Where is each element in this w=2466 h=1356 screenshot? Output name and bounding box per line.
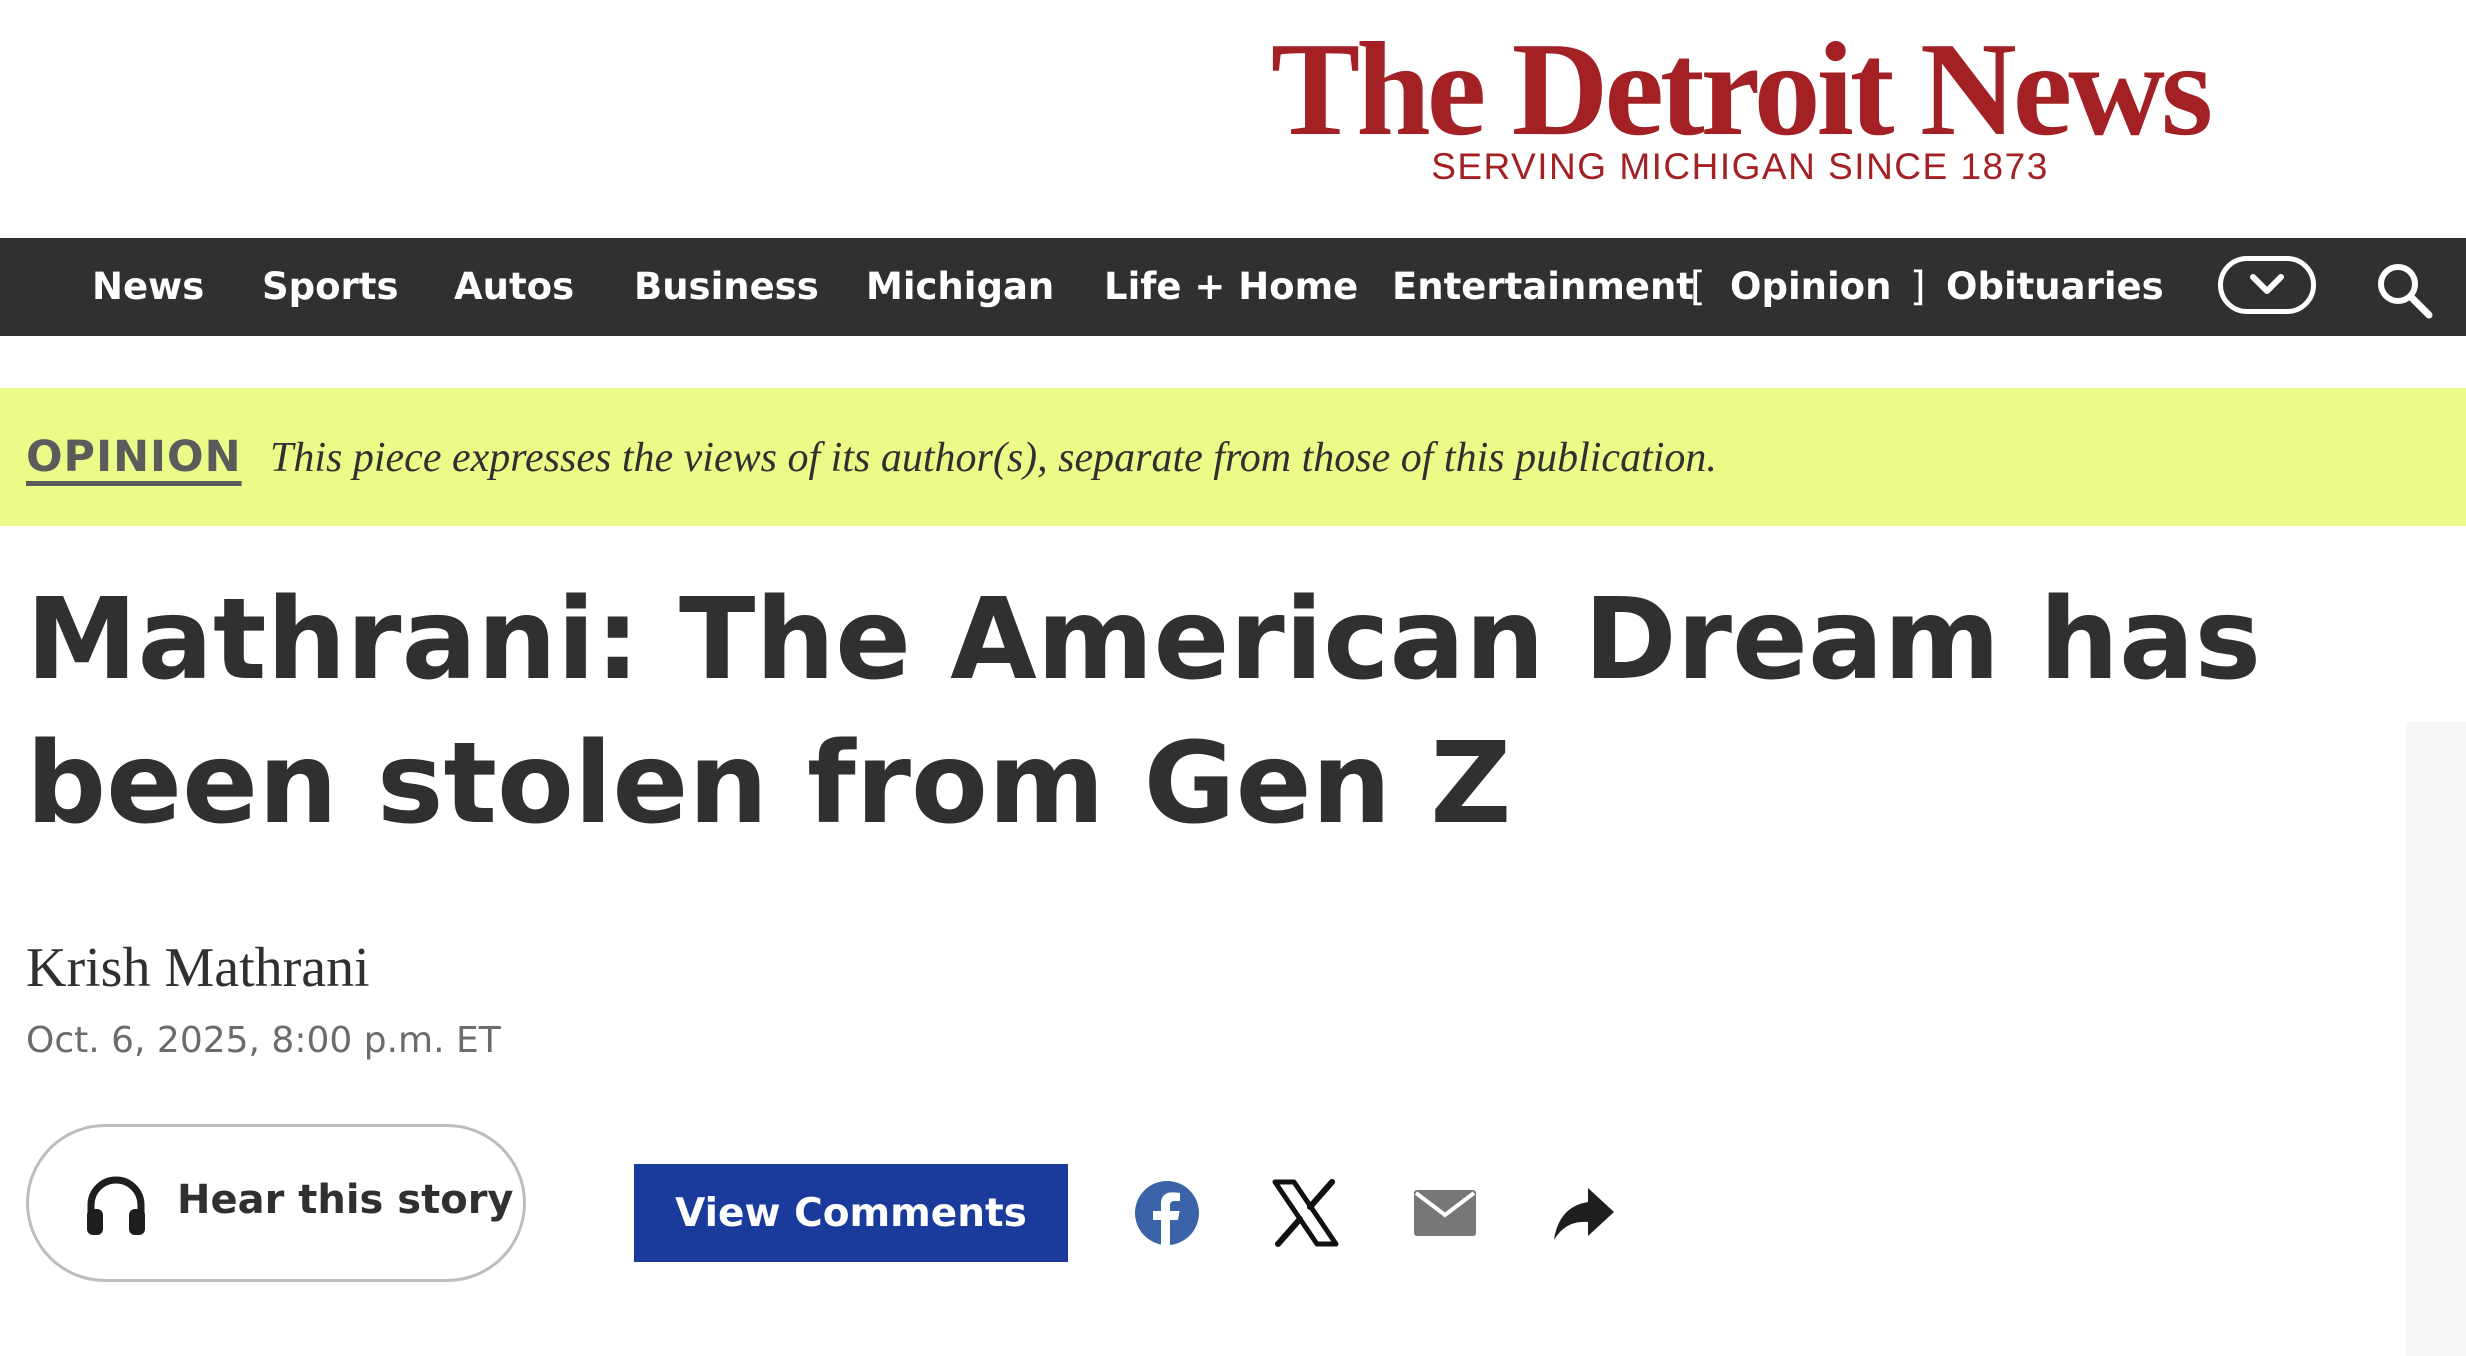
share-icon[interactable]: [1548, 1178, 1618, 1248]
nav-active-bracket-open: [: [1690, 264, 1706, 310]
nav-item-entertainment[interactable]: Entertainment: [1392, 238, 1694, 336]
article-headline: Mathrani: The American Dream has been st…: [26, 575, 2262, 849]
nav-item-business[interactable]: Business: [634, 238, 819, 336]
article-date: Oct. 6, 2025, 8:00 p.m. ET: [26, 1020, 501, 1061]
article-author[interactable]: Krish Mathrani: [26, 936, 370, 1000]
nav-more-button[interactable]: [2218, 256, 2316, 314]
main-nav: News Sports Autos Business Michigan Life…: [0, 238, 2466, 336]
x-icon[interactable]: [1270, 1178, 1340, 1248]
hear-this-story-label: Hear this story: [177, 1177, 514, 1223]
facebook-icon[interactable]: [1132, 1178, 1202, 1248]
search-button[interactable]: [2374, 260, 2434, 320]
opinion-disclaimer: This piece expresses the views of its au…: [270, 435, 1717, 481]
nav-item-life-home[interactable]: Life + Home: [1104, 238, 1358, 336]
nav-item-opinion[interactable]: Opinion: [1730, 238, 1891, 336]
nav-item-news[interactable]: News: [92, 238, 204, 336]
nav-item-michigan[interactable]: Michigan: [866, 238, 1054, 336]
nav-item-autos[interactable]: Autos: [454, 238, 574, 336]
nav-item-obituaries[interactable]: Obituaries: [1946, 238, 2164, 336]
opinion-label[interactable]: OPINION: [26, 432, 242, 482]
email-icon[interactable]: [1410, 1178, 1480, 1248]
chevron-down-icon: [2247, 272, 2287, 298]
opinion-banner: OPINION This piece expresses the views o…: [0, 388, 2466, 526]
hear-this-story-button[interactable]: Hear this story: [26, 1124, 526, 1282]
right-rail: [2406, 722, 2466, 1356]
masthead: The Detroit News SERVING MICHIGAN SINCE …: [0, 0, 2466, 238]
view-comments-button[interactable]: View Comments: [634, 1164, 1068, 1262]
nav-active-bracket-close: ]: [1910, 264, 1926, 310]
search-icon: [2374, 260, 2434, 320]
site-logo[interactable]: The Detroit News: [1245, 22, 2235, 156]
headphones-icon: [81, 1169, 151, 1239]
nav-item-sports[interactable]: Sports: [262, 238, 399, 336]
site-tagline: SERVING MICHIGAN SINCE 1873: [1431, 146, 2049, 187]
